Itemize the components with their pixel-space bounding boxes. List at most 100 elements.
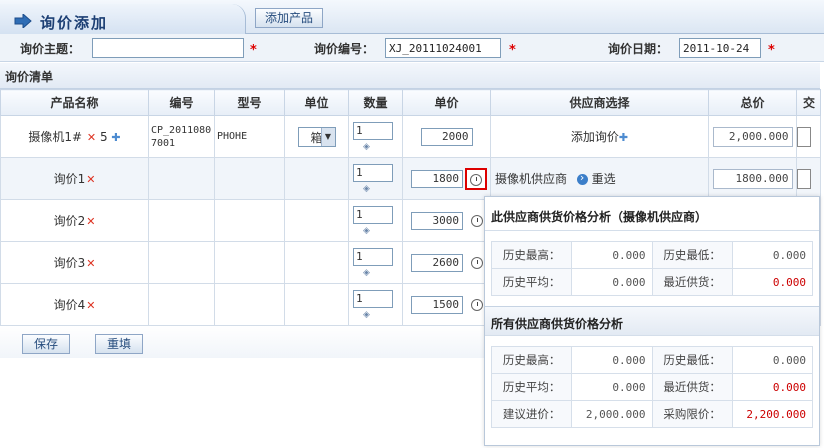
stat-row: 历史平均： 0.000 最近供货： 0.000 [490, 268, 814, 296]
stat-value: 0.000 [571, 373, 653, 401]
supplier-stats-table: 历史最高： 0.000 历史最低： 0.000 历史平均： 0.000 最近供货… [490, 241, 814, 296]
date-required-mark: * [768, 43, 775, 58]
inquiry-qty-cell: 1 ◈ [348, 157, 403, 200]
product-model: PHOHE [217, 131, 248, 142]
reset-button[interactable]: 重填 [95, 334, 143, 354]
inquiry-qty-cell: 1 ◈ [348, 241, 403, 284]
product-count: 5 [99, 130, 108, 144]
stat-value: 2,200.000 [731, 400, 814, 428]
product-price-cell: 2000 [402, 115, 491, 158]
stat-label: 历史最低： [651, 346, 733, 374]
inquiry-label-cell: 询价3✕ [0, 241, 149, 284]
stat-value: 0.000 [571, 241, 653, 269]
price-input[interactable]: 2600 [411, 253, 463, 272]
stat-label: 历史平均： [490, 268, 573, 296]
stepper-icon[interactable]: ◈ [363, 142, 402, 152]
number-required-mark: * [509, 43, 516, 58]
stat-value: 0.000 [731, 268, 814, 296]
price-analysis-popup: 此供应商供货价格分析（摄像机供应商） 历史最高： 0.000 历史最低： 0.0… [484, 196, 820, 446]
delete-icon[interactable]: ✕ [87, 131, 96, 144]
delete-icon[interactable]: ✕ [86, 215, 95, 228]
number-input[interactable] [385, 38, 501, 58]
empty-cell [284, 283, 349, 326]
clock-icon[interactable] [470, 256, 483, 269]
inquiry-qty-cell: 1 ◈ [348, 199, 403, 242]
column-header: 产品名称 [0, 89, 149, 116]
product-code-cell: CP_2011080 7001 [148, 115, 215, 158]
reselect-link[interactable]: 重选 [592, 172, 616, 186]
stat-label: 历史最低： [651, 241, 733, 269]
stat-label: 历史最高： [490, 346, 573, 374]
stat-value: 0.000 [731, 373, 814, 401]
subject-required-mark: * [250, 43, 257, 58]
empty-cell [284, 241, 349, 284]
qty-input[interactable]: 1 [353, 289, 393, 308]
chevron-down-icon[interactable]: ▼ [320, 127, 335, 146]
qty-input[interactable]: 1 [353, 121, 393, 140]
table-row: 摄像机1# ✕ 5 ✚ CP_2011080 7001 PHOHE 箱 ▼ 1 … [0, 115, 821, 158]
column-header: 交 [796, 89, 821, 116]
qty-input[interactable]: 1 [353, 205, 393, 224]
unit-select[interactable]: 箱 ▼ [297, 126, 336, 147]
stepper-icon[interactable]: ◈ [363, 184, 402, 194]
save-button[interactable]: 保存 [22, 334, 70, 354]
stat-row: 历史最高： 0.000 历史最低： 0.000 [490, 241, 814, 269]
reselect-icon[interactable] [576, 171, 588, 185]
extra-cell [796, 115, 821, 158]
price-input[interactable]: 2000 [420, 127, 473, 146]
subject-input[interactable] [92, 38, 244, 58]
title-bar: 询价添加 添加产品 [0, 0, 824, 34]
all-suppliers-stats-table: 历史最高： 0.000 历史最低： 0.000 历史平均： 0.000 最近供货… [490, 346, 814, 428]
price-input[interactable]: 3000 [411, 211, 463, 230]
stat-label: 采购限价： [651, 400, 733, 428]
delete-icon[interactable]: ✕ [86, 299, 95, 312]
clock-icon[interactable] [470, 214, 483, 227]
stepper-icon[interactable]: ◈ [363, 226, 402, 236]
date-label: 询价日期： [608, 42, 669, 56]
inquiry-price-cell: 2600 [402, 241, 491, 284]
price-input[interactable]: 1500 [411, 295, 463, 314]
column-header: 总价 [708, 89, 797, 116]
stat-row: 建议进价： 2,000.000 采购限价： 2,200.000 [490, 400, 814, 428]
product-qty-cell: 1 ◈ [348, 115, 403, 158]
empty-cell [148, 157, 215, 200]
supplier-cell: 摄像机供应商 重选 [490, 157, 709, 200]
stat-label: 最近供货： [651, 373, 733, 401]
clock-icon[interactable] [465, 167, 487, 190]
inquiry-form-row: 询价主题： * 询价编号： * 询价日期： * [0, 34, 824, 62]
stepper-icon[interactable]: ◈ [363, 268, 402, 278]
stat-value: 0.000 [571, 346, 653, 374]
total-value: 1800.000 [712, 168, 793, 189]
inquiry-price-cell: 1500 [402, 283, 491, 326]
inquiry-price-cell: 3000 [402, 199, 491, 242]
delete-icon[interactable]: ✕ [86, 173, 95, 186]
extra-field[interactable] [797, 168, 811, 189]
add-icon[interactable]: ✚ [111, 131, 120, 144]
price-input[interactable]: 1800 [411, 169, 463, 188]
extra-field[interactable] [797, 126, 811, 147]
qty-input[interactable]: 1 [353, 163, 393, 182]
all-suppliers-analysis-title: 所有供应商供货价格分析 [485, 306, 819, 336]
stepper-icon[interactable]: ◈ [363, 310, 402, 320]
column-header: 供应商选择 [490, 89, 709, 116]
empty-cell [214, 241, 285, 284]
number-label: 询价编号： [314, 42, 375, 56]
clock-icon[interactable] [470, 298, 483, 311]
stat-value: 0.000 [731, 346, 814, 374]
qty-input[interactable]: 1 [353, 247, 393, 266]
date-input[interactable] [679, 38, 761, 58]
product-code-line2: 7001 [151, 137, 176, 149]
product-code-line1: CP_2011080 [151, 124, 212, 136]
add-inquiry-link[interactable]: 添加询价 [571, 130, 619, 144]
column-header: 单位 [284, 89, 349, 116]
empty-cell [214, 283, 285, 326]
delete-icon[interactable]: ✕ [86, 257, 95, 270]
add-product-button[interactable]: 添加产品 [255, 8, 323, 28]
empty-cell [148, 199, 215, 242]
column-header: 单价 [402, 89, 491, 116]
product-name: 摄像机1# [28, 130, 83, 144]
section-title: 询价清单 [0, 63, 820, 89]
action-bar: 保存 重填 [0, 326, 484, 358]
supplier-name: 摄像机供应商 [495, 172, 568, 186]
add-icon[interactable]: ✚ [619, 131, 628, 144]
